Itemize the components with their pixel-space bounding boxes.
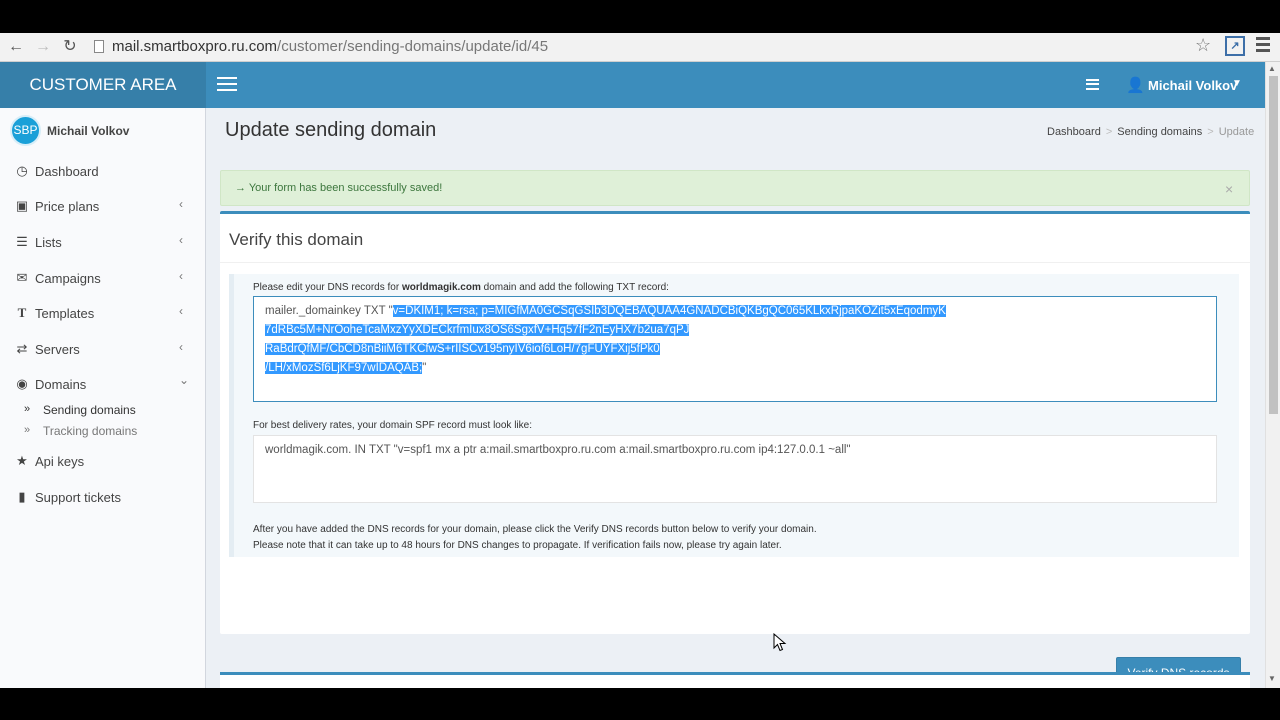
sidebar-item-dashboard[interactable]: ◷ Dashboard [0, 154, 206, 189]
spf-label: For best delivery rates, your domain SPF… [253, 420, 532, 431]
chevron-left-icon: ‹ [179, 233, 183, 247]
envelope-icon: ✉ [16, 270, 28, 285]
messages-icon[interactable] [1086, 79, 1099, 90]
sidebar-item-label: Price plans [35, 199, 100, 214]
browser-menu-icon[interactable] [1256, 37, 1270, 53]
dashboard-icon: ◷ [16, 163, 28, 178]
url-host: mail.smartboxpro.ru.com [112, 38, 278, 55]
mouse-cursor-icon [773, 633, 787, 652]
domain-name: worldmagik.com [401, 282, 481, 293]
sidebar-item-domains[interactable]: ◉ Domains ⌄ [0, 367, 206, 402]
globe-icon: ◉ [16, 376, 28, 391]
page-icon [94, 40, 104, 53]
double-chevron-right-icon: » [24, 424, 31, 436]
user-icon[interactable]: 👤 [1126, 76, 1145, 94]
sidebar-item-label: Support tickets [35, 490, 121, 505]
chevron-left-icon: ‹ [179, 340, 183, 354]
sidebar-item-label: Lists [35, 235, 62, 250]
sidebar-item-price-plans[interactable]: ▣ Price plans ‹ [0, 189, 206, 224]
sidebar-item-label: Api keys [35, 454, 85, 469]
spf-record: worldmagik.com. IN TXT "v=spf1 mx a ptr … [265, 444, 851, 456]
sidebar-item-templates[interactable]: T Templates ‹ [0, 296, 206, 331]
sidebar-item-campaigns[interactable]: ✉ Campaigns ‹ [0, 261, 206, 296]
dkim-record-textarea[interactable]: mailer._domainkey TXT "v=DKIM1; k=rsa; p… [253, 296, 1217, 402]
scroll-down-icon[interactable]: ▼ [1268, 674, 1276, 683]
text-icon: T [17, 305, 27, 320]
success-alert: → Your form has been successfully saved!… [220, 170, 1250, 206]
url-text[interactable]: mail.smartboxpro.ru.com/customer/sending… [112, 38, 548, 55]
sidebar-item-api-keys[interactable]: ★ Api keys [0, 444, 206, 479]
divider [220, 262, 1250, 263]
note-line-1: After you have added the DNS records for… [253, 524, 817, 535]
dns-record-suffix: " [422, 362, 427, 374]
user-panel: SBP Michail Volkov [0, 108, 206, 154]
spf-record-textarea[interactable]: worldmagik.com. IN TXT "v=spf1 mx a ptr … [253, 435, 1217, 503]
reload-icon[interactable]: ↻ [60, 37, 80, 57]
breadcrumb-current: Update [1218, 126, 1255, 138]
sidebar-subitem-label: Tracking domains [43, 424, 138, 438]
dns-instructions: Please edit your DNS records for worldma… [253, 282, 669, 293]
next-box [220, 672, 1250, 688]
user-panel-name: Michail Volkov [47, 124, 130, 138]
app-window: CUSTOMER AREA 👤 Michail Volkov ▼ SBP Mic… [0, 62, 1265, 688]
back-icon[interactable]: ← [6, 37, 26, 57]
list-icon: ☰ [16, 234, 28, 249]
breadcrumb-dashboard[interactable]: Dashboard [1047, 126, 1101, 138]
alert-message: → Your form has been successfully saved! [235, 182, 443, 194]
chevron-down-icon: ⌄ [179, 373, 190, 387]
url-path: /customer/sending-domains/update/id/45 [277, 38, 549, 55]
bookmark-star-icon[interactable]: ☆ [1195, 35, 1211, 56]
user-menu[interactable]: Michail Volkov [1148, 78, 1237, 93]
breadcrumb-sending-domains[interactable]: Sending domains [1117, 126, 1202, 138]
sidebar-toggle-icon[interactable] [217, 77, 237, 93]
sidebar-item-support-tickets[interactable]: ▮ Support tickets [0, 480, 206, 515]
dns-record-prefix: mailer._domainkey TXT " [265, 305, 393, 317]
sidebar-item-label: Templates [35, 306, 95, 321]
sidebar-subitem-label: Sending domains [43, 403, 136, 417]
logo[interactable]: CUSTOMER AREA [0, 62, 206, 108]
screen-top-bar [0, 0, 1280, 33]
dns-line-4: /LH/xMozSf6LjKF97wIDAQAB; [265, 362, 423, 374]
sidebar-item-servers[interactable]: ⇄ Servers ‹ [0, 332, 206, 367]
dns-line-2: 7dRBc5M+NrOoheTcaMxzYyXDECkrfmIux8OS6Sgx… [265, 324, 690, 336]
exchange-icon: ⇄ [16, 341, 28, 356]
chevron-left-icon: ‹ [179, 304, 183, 318]
page-title: Update sending domain [225, 119, 437, 141]
sidebar-item-label: Campaigns [35, 271, 101, 286]
extension-icon[interactable]: ↗ [1225, 36, 1245, 56]
note-line-2: Please note that it can take up to 48 ho… [253, 540, 782, 551]
caret-down-icon[interactable]: ▼ [1232, 78, 1242, 89]
box-title: Verify this domain [229, 230, 364, 249]
sidebar-item-lists[interactable]: ☰ Lists ‹ [0, 225, 206, 260]
dns-line-1: v=DKIM1; k=rsa; p=MIGfMA0GCSqGSIb3DQEBAQ… [392, 305, 946, 317]
scroll-up-icon[interactable]: ▲ [1268, 64, 1276, 73]
verify-domain-box: Verify this domain Please edit your DNS … [220, 211, 1250, 688]
page-scrollbar[interactable]: ▲ ▼ [1265, 62, 1280, 688]
sidebar-item-label: Dashboard [35, 164, 99, 179]
avatar: SBP [10, 115, 41, 146]
breadcrumb: Dashboard > Sending domains > Update [1047, 126, 1255, 138]
forward-icon[interactable]: → [33, 37, 53, 57]
top-navbar: 👤 Michail Volkov ▼ [206, 62, 1265, 108]
browser-toolbar: ← → ↻ mail.smartboxpro.ru.com/customer/s… [0, 33, 1280, 62]
close-icon[interactable]: × [1225, 181, 1233, 197]
chevron-left-icon: ‹ [179, 269, 183, 283]
star-icon: ★ [16, 453, 28, 468]
credit-card-icon: ▣ [15, 198, 29, 213]
sidebar: SBP Michail Volkov ◷ Dashboard ▣ Price p… [0, 108, 206, 688]
address-bar[interactable]: mail.smartboxpro.ru.com/customer/sending… [90, 36, 1220, 58]
chevron-left-icon: ‹ [179, 197, 183, 211]
dns-line-3: RaBdrQfMF/CbCD8nBiiM6TKCfwS+rIISCv195nyI… [265, 343, 660, 355]
sidebar-item-label: Servers [35, 342, 80, 357]
sidebar-item-label: Domains [35, 377, 87, 392]
dns-callout: Please edit your DNS records for worldma… [229, 274, 1239, 557]
double-chevron-right-icon: » [24, 403, 31, 415]
book-icon: ▮ [18, 489, 26, 504]
screen-bottom-bar [0, 688, 1280, 720]
scrollbar-thumb[interactable] [1269, 76, 1278, 414]
